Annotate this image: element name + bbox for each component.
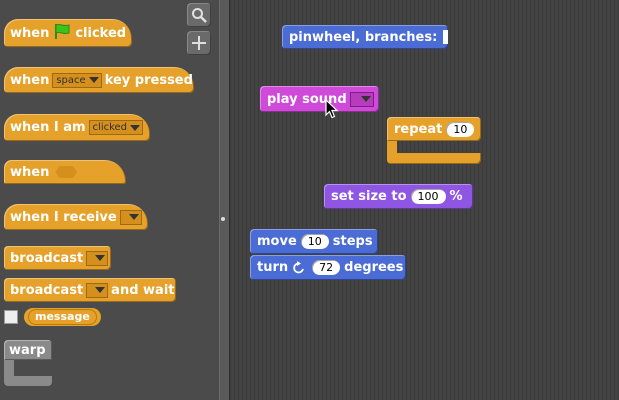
when-i-am-label: when I am	[10, 120, 86, 135]
size-input[interactable]: 100	[410, 189, 446, 204]
dropdown-arrow-icon	[95, 287, 106, 293]
divider-handle[interactable]	[221, 217, 225, 221]
dropdown-arrow-icon	[88, 77, 99, 83]
green-flag-icon	[53, 23, 71, 43]
move-steps-input[interactable]: 10	[300, 234, 329, 249]
turn-block[interactable]: turn 72 degrees	[250, 255, 406, 280]
broadcast-wait-label-after: and wait	[111, 282, 175, 298]
when-flag-label-before: when	[10, 25, 50, 41]
broadcast-label: broadcast	[10, 250, 84, 266]
when-key-label-before: when	[10, 72, 50, 88]
plus-icon	[192, 36, 206, 50]
repeat-block-top: repeat 10	[387, 117, 481, 141]
move-block[interactable]: move 10 steps	[250, 229, 378, 254]
play-sound-block[interactable]: play sound	[260, 86, 379, 112]
warp-label: warp	[9, 342, 46, 358]
when-flag-clicked-block[interactable]: when clicked	[4, 19, 132, 47]
interaction-dropdown-value: clicked	[92, 122, 128, 133]
key-dropdown-value: space	[56, 74, 86, 86]
repeat-label: repeat	[394, 121, 443, 137]
when-key-label-after: key pressed	[104, 72, 193, 88]
when-flag-label-after: clicked	[75, 25, 127, 41]
magnifier-icon	[192, 8, 207, 23]
when-condition-label: when	[10, 164, 50, 180]
block-palette: when clicked when space key pressed when…	[0, 0, 219, 400]
key-dropdown[interactable]: space	[52, 72, 102, 88]
when-i-receive-block[interactable]: when I receive	[4, 204, 148, 230]
broadcast-dropdown[interactable]	[86, 250, 108, 266]
turn-unit: degrees	[344, 260, 404, 275]
when-condition-block[interactable]: when	[4, 160, 126, 184]
dropdown-arrow-icon	[128, 214, 139, 220]
when-receive-label: when I receive	[10, 209, 117, 225]
pinwheel-block[interactable]: pinwheel, branches:	[282, 25, 448, 49]
dropdown-arrow-icon	[95, 255, 105, 261]
warp-block-bottom	[4, 376, 52, 386]
sound-dropdown[interactable]	[349, 91, 374, 107]
broadcast-and-wait-block[interactable]: broadcast and wait	[4, 278, 176, 302]
set-size-unit: %	[449, 189, 463, 204]
pane-divider[interactable]	[219, 0, 230, 400]
move-unit: steps	[332, 234, 373, 249]
turn-label: turn	[257, 260, 289, 275]
zoom-add-button[interactable]	[187, 31, 211, 55]
zoom-search-button[interactable]	[187, 3, 211, 27]
message-reporter[interactable]: message	[24, 308, 101, 326]
message-reporter-label: message	[28, 309, 97, 325]
broadcast-wait-dropdown[interactable]	[86, 282, 109, 298]
pinwheel-label: pinwheel, branches:	[289, 29, 438, 45]
turn-degrees-input[interactable]: 72	[312, 260, 341, 275]
repeat-block-bottom	[387, 153, 481, 164]
dropdown-arrow-icon	[360, 96, 371, 102]
dropdown-arrow-icon	[130, 124, 141, 131]
repeat-block[interactable]: repeat 10	[387, 117, 482, 165]
interaction-dropdown[interactable]: clicked	[88, 120, 144, 135]
set-size-block[interactable]: set size to 100 %	[324, 184, 473, 209]
condition-slot[interactable]	[55, 166, 78, 178]
message-watcher-checkbox[interactable]	[4, 310, 18, 324]
broadcast-block[interactable]: broadcast	[4, 246, 111, 270]
when-key-pressed-block[interactable]: when space key pressed	[4, 67, 194, 93]
broadcast-wait-label-before: broadcast	[10, 282, 84, 298]
when-i-am-block[interactable]: when I am clicked	[4, 114, 150, 141]
warp-block[interactable]: warp	[4, 340, 54, 400]
repeat-count-input[interactable]: 10	[446, 121, 475, 137]
warp-block-top: warp	[4, 340, 52, 360]
branches-input[interactable]	[443, 30, 448, 44]
move-label: move	[257, 234, 297, 249]
message-dropdown[interactable]	[119, 209, 142, 225]
scripts-area[interactable]: pinwheel, branches: play sound repeat 10…	[230, 0, 619, 400]
mouse-pointer-icon	[325, 98, 339, 123]
rotate-ccw-icon	[292, 260, 306, 275]
set-size-label: set size to	[331, 189, 407, 204]
